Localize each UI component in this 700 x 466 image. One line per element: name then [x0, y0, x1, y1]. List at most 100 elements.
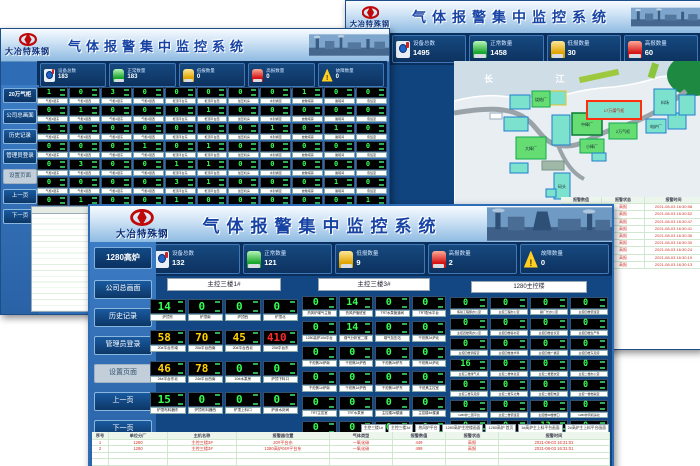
- setpoint-marks: [347, 143, 354, 150]
- location-label: 主控二楼办公室: [570, 371, 608, 377]
- setpoint-marks: [329, 323, 336, 333]
- gas-value: 0: [229, 143, 251, 150]
- location-label: 20#平台东: [263, 345, 299, 352]
- location-label: 主控二楼更衣室: [530, 371, 568, 377]
- gas-value: 14: [151, 301, 178, 312]
- location-label: 柜顶平台东: [165, 98, 196, 104]
- gas-monitor-cell: 0值班室: [356, 87, 387, 104]
- plant-map[interactable]: 长 江: [454, 61, 700, 207]
- setpoint-marks: [251, 179, 258, 186]
- setpoint-marks: [480, 402, 487, 410]
- gas-monitor-cell: 0干熄焦1#炉西: [339, 371, 374, 392]
- setpoint-marks: [480, 361, 487, 369]
- location-label: 主控四楼东走廊: [570, 350, 608, 356]
- gas-value: 0: [38, 179, 60, 186]
- gas-value: 0: [531, 340, 560, 349]
- gas-monitor-cell: 0主控二楼值班室: [490, 400, 528, 418]
- sidebar-item-历史记录[interactable]: 历史记录: [3, 129, 37, 144]
- sidebar-item-上一页[interactable]: 上一页: [3, 189, 37, 204]
- gas-value: 0: [413, 373, 439, 383]
- setpoint-marks: [315, 179, 322, 186]
- sidebar-item-公司总画面[interactable]: 公司总画面: [94, 280, 152, 299]
- location-label: 放散塔旁: [292, 170, 323, 176]
- gas-monitor-cell: 0加压机房: [228, 159, 259, 176]
- gas-monitor-cell: 0炉顶下料口: [263, 361, 299, 383]
- gas-monitor-cell: 0干熄焦2#炉西: [339, 346, 374, 367]
- gas-value: 0: [70, 179, 92, 186]
- gas-value: 0: [357, 161, 379, 168]
- gas-value: 3: [166, 179, 188, 186]
- setpoint-marks: [60, 179, 67, 186]
- setpoint-marks: [480, 340, 487, 348]
- gas-value: 0: [261, 161, 283, 168]
- location-label: 气柜1层东: [37, 116, 68, 122]
- gas-monitor-cell: 0柜顶平台东: [165, 87, 196, 104]
- location-label: 炉顶北: [263, 314, 299, 321]
- gas-value: 0: [571, 381, 600, 390]
- setpoint-marks: [520, 320, 527, 328]
- sidebar-item-设置页面[interactable]: 设置页面: [94, 364, 152, 383]
- location-label: 干熄焦2#炉北: [412, 335, 447, 342]
- sidebar-item-设置页面[interactable]: 设置页面: [3, 169, 37, 184]
- stat-box: 故障数量0: [318, 63, 384, 87]
- setpoint-marks: [379, 125, 386, 132]
- location-label: 干熄焦1#炉东: [375, 385, 410, 392]
- gas-value: 0: [325, 197, 347, 204]
- location-label: 气柜1层东: [37, 98, 68, 104]
- gas-monitor-cell: 0主控一楼档案室: [570, 379, 608, 397]
- location-label: 主控工程办公室: [490, 309, 528, 315]
- location-label: 柜顶平台西: [197, 152, 228, 158]
- gas-monitor-cell: 0气柜2层西: [133, 177, 164, 194]
- gas-monitor-cell: 0主控楼2#楼梯口: [530, 400, 568, 418]
- setpoint-marks: [402, 348, 409, 358]
- setpoint-marks: [283, 143, 290, 150]
- gas-monitor-cell: 0干熄焦1#炉东: [375, 371, 410, 392]
- gas-monitor-cell: 0TRT水泵管道间: [375, 296, 410, 317]
- setpoint-marks: [283, 107, 290, 114]
- gas-value: 78: [189, 363, 216, 374]
- gas-value: 0: [376, 398, 402, 408]
- gas-value: 1: [38, 89, 60, 96]
- lamp-g-icon: [247, 251, 261, 268]
- stat-box: 正常数量1458: [469, 35, 543, 63]
- gas-value: 0: [303, 323, 329, 333]
- gas-value: 0: [531, 381, 560, 390]
- gas-value: 3: [70, 161, 92, 168]
- gas-monitor-cell: 0TRT主控室: [302, 396, 337, 417]
- sidebar-item-管理员登录[interactable]: 管理员登录: [3, 149, 37, 164]
- gas-value: 0: [340, 373, 366, 383]
- stat-value: 0: [197, 74, 215, 82]
- location-label: 水封阀室: [260, 152, 291, 158]
- setpoint-marks: [253, 394, 260, 404]
- gas-value: 0: [226, 301, 253, 312]
- gas-value: 0: [198, 197, 220, 204]
- gas-monitor-cell: 0脱硫间: [324, 141, 355, 158]
- gas-value: 14: [340, 323, 366, 333]
- location-label: 炉顶布料器东: [150, 407, 186, 414]
- location-label: 煤气加压站: [375, 335, 410, 342]
- gas-monitor-cell: 0主控四楼秘书室: [490, 318, 528, 336]
- sidebar-menu: 公司总画面历史记录管理员登录设置页面上一页下一页: [94, 275, 152, 443]
- gas-monitor-cell: 0放散塔旁: [292, 177, 323, 194]
- location-label: 水封阀室: [260, 134, 291, 140]
- gas-value: 0: [229, 179, 251, 186]
- location-label: 气柜2层东: [101, 170, 132, 176]
- location-label: 1280炉二层平台: [450, 412, 488, 418]
- sidebar-item-公司总画面[interactable]: 公司总画面: [3, 109, 37, 124]
- stat-label: 高报数量: [449, 251, 471, 258]
- stat-box: 故障数量0: [520, 244, 609, 274]
- gas-monitor-cell: 0柜顶平台东: [165, 141, 196, 158]
- gas-monitor-cell: 0气柜2层东: [101, 105, 132, 122]
- gas-monitor-cell: 0脱硫间: [324, 87, 355, 104]
- sidebar-item-上一页[interactable]: 上一页: [94, 392, 152, 411]
- lamp-g-icon: [113, 69, 124, 82]
- gas-value: 1: [166, 197, 188, 204]
- setpoint-marks: [315, 89, 322, 96]
- gas-value: 1: [166, 161, 188, 168]
- gas-monitor-cell: 1柜顶平台东: [165, 159, 196, 176]
- gas-monitor-cell: 0值班室: [356, 123, 387, 140]
- gas-monitor-cell: 1柜顶平台西: [197, 141, 228, 158]
- sidebar-item-管理员登录[interactable]: 管理员登录: [94, 336, 152, 355]
- sidebar-item-历史记录[interactable]: 历史记录: [94, 308, 152, 327]
- gas-monitor-cell: 1脱硫间: [324, 177, 355, 194]
